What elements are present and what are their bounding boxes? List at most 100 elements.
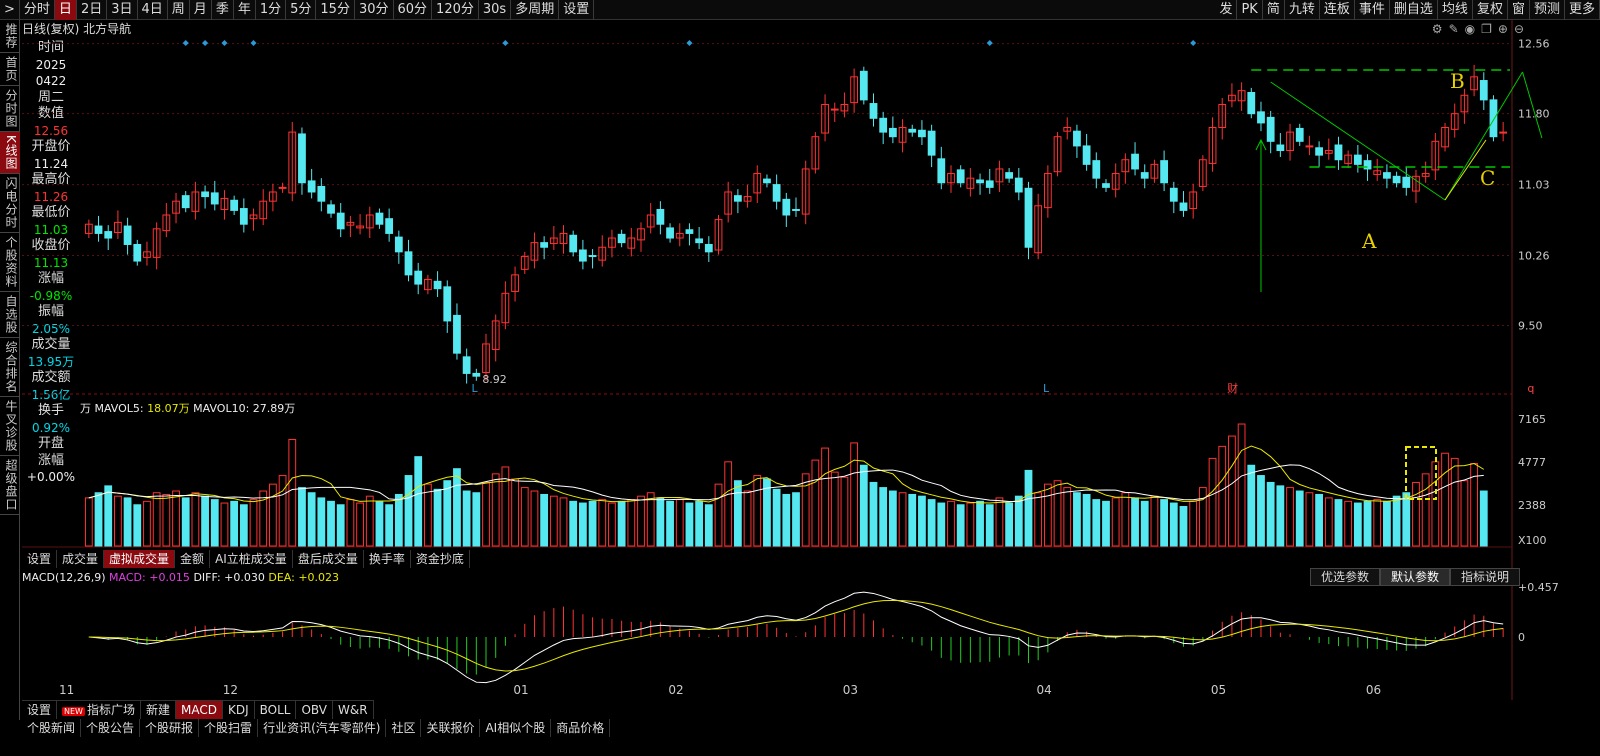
volume-tab-0[interactable]: 设置 [22,550,58,568]
candle-body [782,198,791,216]
volume-bar [162,493,171,547]
candle-body [1334,144,1343,161]
volume-bar [1160,499,1168,547]
macd-btn-1[interactable]: 默认参数 [1380,568,1451,586]
volume-tab-5[interactable]: 盘后成交量 [293,550,364,568]
volume-bar [1102,500,1110,547]
volume-bar [1412,481,1420,547]
indicator-tab-5[interactable]: BOLL [255,701,297,719]
indicator-tab-label: OBV [301,703,328,717]
event-marker [221,40,228,46]
indicator-tab-4[interactable]: KDJ [223,701,255,719]
indicator-tab-2[interactable]: 新建 [141,701,176,719]
volume-tabs: 设置 成交量 虚拟成交量 金额 AI立桩成交量 盘后成交量 换手率 资金抄底 [22,550,470,568]
volume-tab-2[interactable]: 虚拟成交量 [104,550,176,568]
candle-body [569,234,578,253]
candle-body [927,130,936,156]
volume-bar [569,500,578,547]
volume-bar [666,500,674,547]
footer-tab-8[interactable]: 商品价格 [551,719,611,737]
footer-tab-1[interactable]: 个股公告 [81,719,141,737]
candle-body [685,229,694,234]
volume-bar [143,500,151,547]
candle-body [1266,116,1275,142]
candle-body [976,179,984,184]
footer-tab-3[interactable]: 个股扫雷 [199,719,259,737]
volume-bar [675,499,684,547]
indicator-tab-0[interactable]: 设置 [22,701,58,719]
candle-body [201,191,209,198]
volume-bar [1441,452,1449,547]
volume-tab-3[interactable]: 金额 [175,550,211,568]
candle-body [327,204,335,214]
volume-bar [230,500,239,547]
volume-bar [491,473,500,547]
indicator-tab-6[interactable]: OBV [296,701,334,719]
footer-tab-0[interactable]: 个股新闻 [22,719,82,737]
volume-bar [472,492,481,547]
volume-bar [1383,500,1391,547]
candle-body [317,185,326,202]
candle-body [1295,127,1304,142]
macd-btn-2[interactable]: 指标说明 [1450,568,1521,586]
candle-body [1024,187,1033,248]
footer-tab-5[interactable]: 社区 [386,719,422,737]
volume-tab-6[interactable]: 换手率 [364,550,411,568]
volume-bar [1450,457,1459,547]
footer-tab-2[interactable]: 个股研报 [140,719,200,737]
candle-body [1169,187,1178,202]
indicator-tab-7[interactable]: W&R [333,701,374,719]
volume-bar [307,492,316,547]
event-marker [250,40,257,46]
candle-body [985,180,994,188]
candle-body [336,212,345,230]
candle-body [123,225,132,245]
volume-bar [375,500,384,547]
volume-bar [385,504,394,547]
volume-bar [336,504,345,547]
macd-buttons: 优选参数 默认参数 指标说明 [1310,568,1521,586]
month-label: 06 [1366,683,1381,697]
candle-body [578,249,587,262]
footer-tab-6[interactable]: 关联报价 [421,719,481,737]
candle-body [94,225,103,234]
candle-body [763,178,771,184]
indicator-tab-label: KDJ [227,703,249,717]
candle-body [239,208,248,225]
candle-body [1073,130,1081,147]
volume-bar [1344,500,1353,547]
volume-tick: 2388 [1518,499,1546,512]
volume-bar [617,500,626,547]
volume-bar [1402,492,1411,547]
volume-bar [1315,493,1323,547]
candle-body [908,128,917,133]
volume-bar [733,480,742,547]
indicator-tab-1[interactable]: NEW 指标广场 [57,701,141,719]
volume-bar [646,492,655,547]
volume-bar [1295,490,1304,547]
candle-body [1479,80,1488,101]
indicator-tab-3[interactable]: MACD [176,701,223,719]
volume-tick: 4777 [1518,456,1546,469]
candle-body [1179,202,1188,211]
footer-tab-4[interactable]: 行业资讯(汽车零部件) [258,719,387,737]
volume-bar [1024,469,1033,547]
volume-bar [714,483,723,547]
volume-bar [1460,480,1469,547]
kline-chart[interactable]: 12.5611.8011.0310.269.508.92L L 财 qABC71654… [0,0,1600,756]
candle-body [1092,160,1101,179]
volume-bar [356,502,364,547]
volume-bar [704,504,713,547]
marker-q: q [1527,382,1534,395]
volume-bar [191,492,200,547]
volume-bar [627,499,636,547]
volume-tab-4[interactable]: AI立桩成交量 [210,550,293,568]
volume-tab-1[interactable]: 成交量 [57,550,105,568]
volume-bar [433,488,442,547]
low-price-label: 8.92 [482,373,507,386]
volume-bar [201,495,209,547]
volume-bar [850,442,859,547]
footer-tab-7[interactable]: AI相似个股 [480,719,552,737]
volume-tab-7[interactable]: 资金抄底 [411,550,470,568]
macd-btn-0[interactable]: 优选参数 [1310,568,1381,586]
